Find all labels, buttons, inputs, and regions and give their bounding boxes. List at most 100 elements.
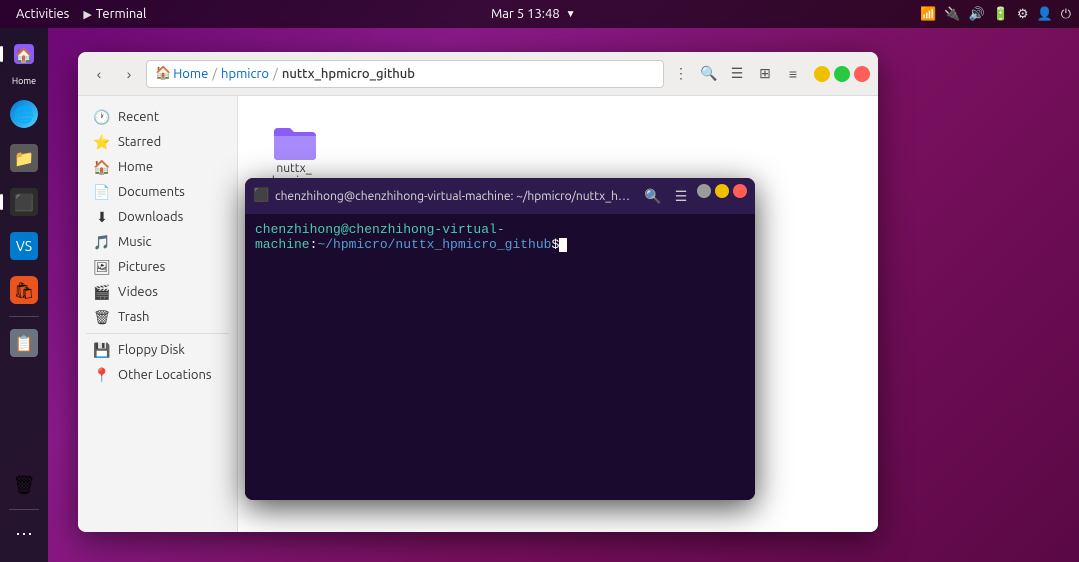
trash-icon: 🗑 [94,309,110,325]
dock-item-files[interactable]: 📁 [4,138,44,178]
sidebar-label-documents: Documents [118,185,185,199]
dock-separator [9,316,39,317]
music-icon: 🎵 [94,234,110,250]
terminal-search-button[interactable]: 🔍 [641,184,665,208]
fm-header: ‹ › 🏠 Home / hpmicro / nuttx_hpmicro_git… [78,52,878,96]
datetime: Mar 5 13:48 [491,7,560,21]
dock-item-edge[interactable]: 🌐 [4,94,44,134]
terminal-close-button[interactable] [733,184,747,198]
fm-minimize-button[interactable] [814,66,830,82]
terminal-path: ~/hpmicro/nuttx_hpmicro_github [317,237,551,252]
app-name: Terminal [96,7,147,21]
sidebar-label-recent: Recent [118,110,159,124]
terminal-body[interactable]: chenzhihong@chenzhihong-virtual-machine:… [245,214,755,500]
sidebar-item-pictures[interactable]: 🖼 Pictures [82,255,233,279]
sidebar-label-floppy: Floppy Disk [118,343,185,357]
sidebar-label-other: Other Locations [118,368,212,382]
sidebar-item-downloads[interactable]: ⬇ Downloads [82,205,233,229]
top-bar-left: Activities ▶ Terminal [8,5,146,23]
dock-show-apps[interactable]: ⋯ [4,514,44,554]
terminal-dollar: $ [551,237,559,252]
fm-search-button[interactable]: 🔍 [696,61,722,87]
settings-icon[interactable]: ⚙ [1017,7,1029,22]
folder-icon [270,118,318,158]
svg-text:🏠: 🏠 [15,47,32,64]
sidebar-label-starred: Starred [118,135,161,149]
dock-item-vscode[interactable]: VS [4,226,44,266]
sidebar-label-trash: Trash [118,310,149,324]
sidebar-item-documents[interactable]: 📄 Documents [82,180,233,204]
documents-icon: 📄 [94,184,110,200]
terminal-deactivate-button[interactable] [697,184,711,198]
fm-breadcrumb[interactable]: 🏠 Home / hpmicro / nuttx_hpmicro_github [146,60,664,88]
terminal-app-icon: ⬛ [253,188,269,204]
terminal-menu-button[interactable]: ☰ [669,184,693,208]
sidebar-label-home: Home [118,160,153,174]
sidebar-item-music[interactable]: 🎵 Music [82,230,233,254]
videos-icon: 🎬 [94,284,110,300]
fm-forward-button[interactable]: › [116,61,142,87]
sidebar-item-recent[interactable]: 🕐 Recent [82,105,233,129]
power-icon[interactable]: ⏻ [1061,7,1071,22]
recent-icon: 🕐 [94,109,110,125]
terminal-window: ⬛ chenzhihong@chenzhihong-virtual-machin… [245,178,755,500]
fm-header-actions: ⋮ 🔍 ☰ ⊞ ≡ [668,61,806,87]
activities-button[interactable]: Activities [8,5,77,23]
sidebar-item-home[interactable]: 🏠 Home [82,155,233,179]
sidebar-item-floppy[interactable]: 💾 Floppy Disk [82,338,233,362]
fm-view-toggle[interactable]: ☰ [724,61,750,87]
breadcrumb-home-icon: 🏠 [155,66,171,81]
top-bar: Activities ▶ Terminal Mar 5 13:48 ▼ 📶 🔌 … [0,0,1079,28]
sidebar-item-other[interactable]: 📍 Other Locations [82,363,233,387]
dropdown-icon[interactable]: ▼ [566,8,576,20]
terminal-line-1: chenzhihong@chenzhihong-virtual-machine:… [255,222,745,252]
terminal-header: ⬛ chenzhihong@chenzhihong-virtual-machin… [245,178,755,214]
dock: 🏠 Home 🌐 📁 ⬛ VS 🛍 📋 🗑 ⋯ [0,28,48,562]
floppy-icon: 💾 [94,342,110,358]
dock-item-files2[interactable]: 📋 [4,323,44,363]
app-icon: ▶ [83,8,91,21]
fm-view-toggle2[interactable]: ⊞ [752,61,778,87]
sidebar-label-music: Music [118,235,152,249]
sidebar-item-videos[interactable]: 🎬 Videos [82,280,233,304]
dock-item-software[interactable]: 🛍 [4,270,44,310]
breadcrumb-hpmicro[interactable]: hpmicro [221,67,269,81]
fm-view-list[interactable]: ≡ [780,61,806,87]
other-icon: 📍 [94,367,110,383]
network-icon: 🔌 [944,7,960,22]
top-bar-center: Mar 5 13:48 ▼ [491,7,576,21]
fm-close-button[interactable] [854,66,870,82]
pictures-icon: 🖼 [94,259,110,275]
fm-menu-button[interactable]: ⋮ [668,61,694,87]
terminal-cursor [559,238,567,252]
fm-sidebar: 🕐 Recent ⭐ Starred 🏠 Home 📄 Documents ⬇ … [78,96,238,532]
fm-back-button[interactable]: ‹ [86,61,112,87]
volume-icon[interactable]: 🔊 [968,7,984,22]
starred-icon: ⭐ [94,134,110,150]
breadcrumb-sep2: / [273,67,278,81]
fm-win-controls [814,66,870,82]
home-icon: 🏠 [94,159,110,175]
top-bar-app[interactable]: ▶ Terminal [83,7,146,21]
sidebar-label-pictures: Pictures [118,260,165,274]
breadcrumb-current: nuttx_hpmicro_github [282,67,415,81]
battery-icon: 🔋 [993,7,1009,22]
breadcrumb-home[interactable]: Home [173,67,208,81]
dock-item-home[interactable]: 🏠 [4,34,44,74]
sidebar-divider [86,333,229,334]
dock-bottom-separator [9,509,39,510]
user-icon[interactable]: 👤 [1037,7,1053,22]
terminal-minimize-button[interactable] [715,184,729,198]
top-bar-right: 📶 🔌 🔊 🔋 ⚙ 👤 ⏻ [920,7,1071,22]
terminal-header-buttons: 🔍 ☰ [641,184,747,208]
fm-maximize-button[interactable] [834,66,850,82]
breadcrumb-sep1: / [212,67,217,81]
sidebar-item-starred[interactable]: ⭐ Starred [82,130,233,154]
dock-home-label: Home [12,76,36,86]
dock-item-trash[interactable]: 🗑 [4,465,44,505]
sidebar-label-videos: Videos [118,285,158,299]
downloads-icon: ⬇ [94,209,110,225]
sidebar-item-trash[interactable]: 🗑 Trash [82,305,233,329]
dock-bottom: 🗑 ⋯ [4,465,44,554]
dock-item-terminal[interactable]: ⬛ [4,182,44,222]
